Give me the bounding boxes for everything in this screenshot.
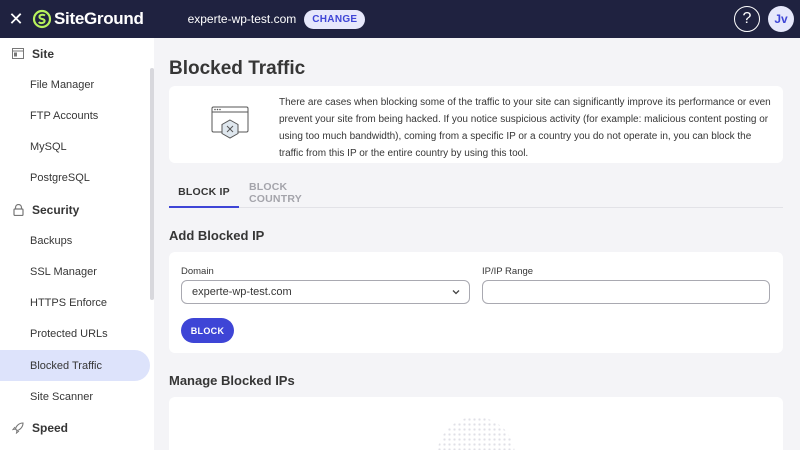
logo-text: SiteGround bbox=[54, 9, 144, 28]
siteground-logo[interactable]: SiteGround bbox=[32, 9, 144, 29]
sidebar-item-ssl-manager[interactable]: SSL Manager bbox=[0, 256, 150, 287]
top-bar: ✕ SiteGround experte-wp-test.com CHANGE … bbox=[0, 0, 800, 38]
logo-mark-icon bbox=[32, 9, 52, 29]
info-description: There are cases when blocking some of th… bbox=[279, 97, 771, 159]
sidebar-item-label: Site Scanner bbox=[30, 390, 93, 403]
sidebar-section-label: Speed bbox=[32, 420, 69, 435]
sidebar-item-label: File Manager bbox=[30, 78, 95, 91]
ip-range-input[interactable] bbox=[493, 281, 769, 303]
sidebar-item-label: FTP Accounts bbox=[30, 109, 99, 122]
sidebar-section-label: Security bbox=[32, 202, 80, 217]
main-content: Blocked Traffic There are cases when blo… bbox=[154, 38, 800, 450]
rocket-icon bbox=[12, 421, 24, 434]
domain-select[interactable]: experte-wp-test.com bbox=[181, 280, 470, 304]
close-icon[interactable]: ✕ bbox=[0, 9, 32, 30]
sidebar: Site File Manager FTP Accounts MySQL Pos… bbox=[0, 38, 154, 450]
block-button[interactable]: BLOCK bbox=[181, 318, 234, 343]
sidebar-item-label: Blocked Traffic bbox=[30, 359, 102, 372]
sidebar-item-file-manager[interactable]: File Manager bbox=[0, 69, 150, 100]
sidebar-item-label: HTTPS Enforce bbox=[30, 296, 108, 309]
manage-blocked-ips-title: Manage Blocked IPs bbox=[169, 373, 295, 388]
change-domain-button[interactable]: CHANGE bbox=[304, 9, 366, 29]
help-icon[interactable]: ? bbox=[734, 6, 760, 32]
tab-block-country[interactable]: BLOCK COUNTRY bbox=[249, 178, 339, 208]
sidebar-item-https-enforce[interactable]: HTTPS Enforce bbox=[0, 287, 150, 318]
ip-range-field[interactable] bbox=[482, 280, 770, 304]
domain-label: Domain bbox=[181, 266, 214, 277]
sidebar-item-mysql[interactable]: MySQL bbox=[0, 131, 150, 162]
blocked-window-icon bbox=[211, 106, 249, 139]
sidebar-section-speed[interactable]: Speed bbox=[0, 412, 150, 443]
chevron-down-icon bbox=[452, 290, 460, 295]
current-domain: experte-wp-test.com bbox=[187, 12, 297, 26]
sidebar-item-site-scanner[interactable]: Site Scanner bbox=[0, 381, 150, 412]
sidebar-item-label: Protected URLs bbox=[30, 327, 108, 340]
sidebar-item-protected-urls[interactable]: Protected URLs bbox=[0, 318, 150, 349]
ip-range-label: IP/IP Range bbox=[482, 266, 534, 277]
blocked-ips-list bbox=[169, 397, 783, 450]
sidebar-item-label: MySQL bbox=[30, 140, 67, 153]
tab-bar: BLOCK IP BLOCK COUNTRY bbox=[169, 178, 783, 208]
sidebar-item-postgresql[interactable]: PostgreSQL bbox=[0, 162, 150, 193]
sidebar-item-label: SSL Manager bbox=[30, 265, 97, 278]
user-avatar[interactable]: Jv bbox=[768, 6, 794, 32]
sidebar-item-blocked-traffic[interactable]: Blocked Traffic bbox=[0, 350, 150, 381]
domain-select-value: experte-wp-test.com bbox=[192, 286, 292, 298]
sidebar-section-label: Site bbox=[32, 46, 55, 61]
empty-state-illustration bbox=[437, 417, 515, 450]
sidebar-item-label: Backups bbox=[30, 234, 73, 247]
site-icon bbox=[12, 48, 24, 60]
add-blocked-ip-form: Domain experte-wp-test.com IP/IP Range B… bbox=[169, 252, 783, 353]
sidebar-section-site[interactable]: Site bbox=[0, 38, 150, 69]
add-blocked-ip-title: Add Blocked IP bbox=[169, 228, 265, 243]
sidebar-section-security[interactable]: Security bbox=[0, 194, 150, 225]
sidebar-item-label: PostgreSQL bbox=[30, 171, 90, 184]
info-card: There are cases when blocking some of th… bbox=[169, 86, 783, 163]
page-title: Blocked Traffic bbox=[169, 58, 306, 79]
lock-icon bbox=[12, 203, 24, 216]
tab-block-ip[interactable]: BLOCK IP bbox=[169, 178, 239, 208]
sidebar-item-backups[interactable]: Backups bbox=[0, 225, 150, 256]
sidebar-item-ftp-accounts[interactable]: FTP Accounts bbox=[0, 100, 150, 131]
